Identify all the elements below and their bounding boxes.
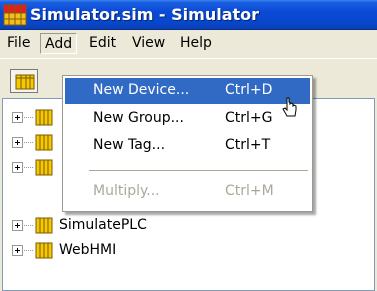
expand-plus-icon[interactable] <box>12 245 23 256</box>
folder-grid-icon <box>15 74 35 90</box>
simulator-window: Simulator.sim - Simulator File Add Edit … <box>0 0 377 291</box>
expand-plus-icon[interactable] <box>12 112 23 123</box>
menu-view[interactable]: View <box>128 33 169 54</box>
simulator-grid-icon <box>3 4 27 26</box>
device-folder-icon <box>35 217 53 234</box>
tree-item-label: SimulatePLC <box>59 217 147 233</box>
device-folder-icon <box>35 159 53 176</box>
menu-item-label: New Tag... <box>93 137 166 153</box>
tree-item-label: WebHMI <box>59 242 117 258</box>
menu-separator <box>89 170 308 172</box>
menu-file[interactable]: File <box>3 33 34 54</box>
window-title: Simulator.sim - Simulator <box>30 5 260 24</box>
menu-item-label: New Device... <box>93 82 190 98</box>
new-item-toolbar-button[interactable] <box>10 69 38 93</box>
add-menu-dropdown: New Device... Ctrl+D New Group... Ctrl+G… <box>62 75 313 212</box>
menu-item-label: Multiply... <box>93 183 160 199</box>
menu-edit[interactable]: Edit <box>85 33 120 54</box>
device-folder-icon <box>35 109 53 126</box>
device-folder-icon <box>35 242 53 259</box>
tree-item-simulateplc[interactable]: SimulatePLC <box>3 215 376 236</box>
expand-plus-icon[interactable] <box>12 220 23 231</box>
menu-item-shortcut: Ctrl+D <box>225 82 273 98</box>
expand-plus-icon[interactable] <box>12 162 23 173</box>
menu-item-new-group[interactable]: New Group... Ctrl+G <box>65 106 310 132</box>
menu-item-new-device[interactable]: New Device... Ctrl+D <box>65 78 310 104</box>
title-bar[interactable]: Simulator.sim - Simulator <box>0 0 377 30</box>
menu-help[interactable]: Help <box>176 33 216 54</box>
expand-plus-icon[interactable] <box>12 137 23 148</box>
menu-item-shortcut: Ctrl+G <box>225 110 273 126</box>
menu-item-shortcut: Ctrl+M <box>225 183 274 199</box>
pointer-hand-cursor-icon <box>282 97 297 117</box>
menu-item-new-tag[interactable]: New Tag... Ctrl+T <box>65 133 310 159</box>
device-folder-icon <box>35 134 53 151</box>
menu-add[interactable]: Add <box>40 33 78 54</box>
menu-bar: File Add Edit View Help <box>0 30 377 57</box>
menu-item-multiply: Multiply... Ctrl+M <box>65 179 310 205</box>
menu-item-shortcut: Ctrl+T <box>225 137 271 153</box>
tree-item-webhmi[interactable]: WebHMI <box>3 240 376 261</box>
menu-item-label: New Group... <box>93 110 184 126</box>
